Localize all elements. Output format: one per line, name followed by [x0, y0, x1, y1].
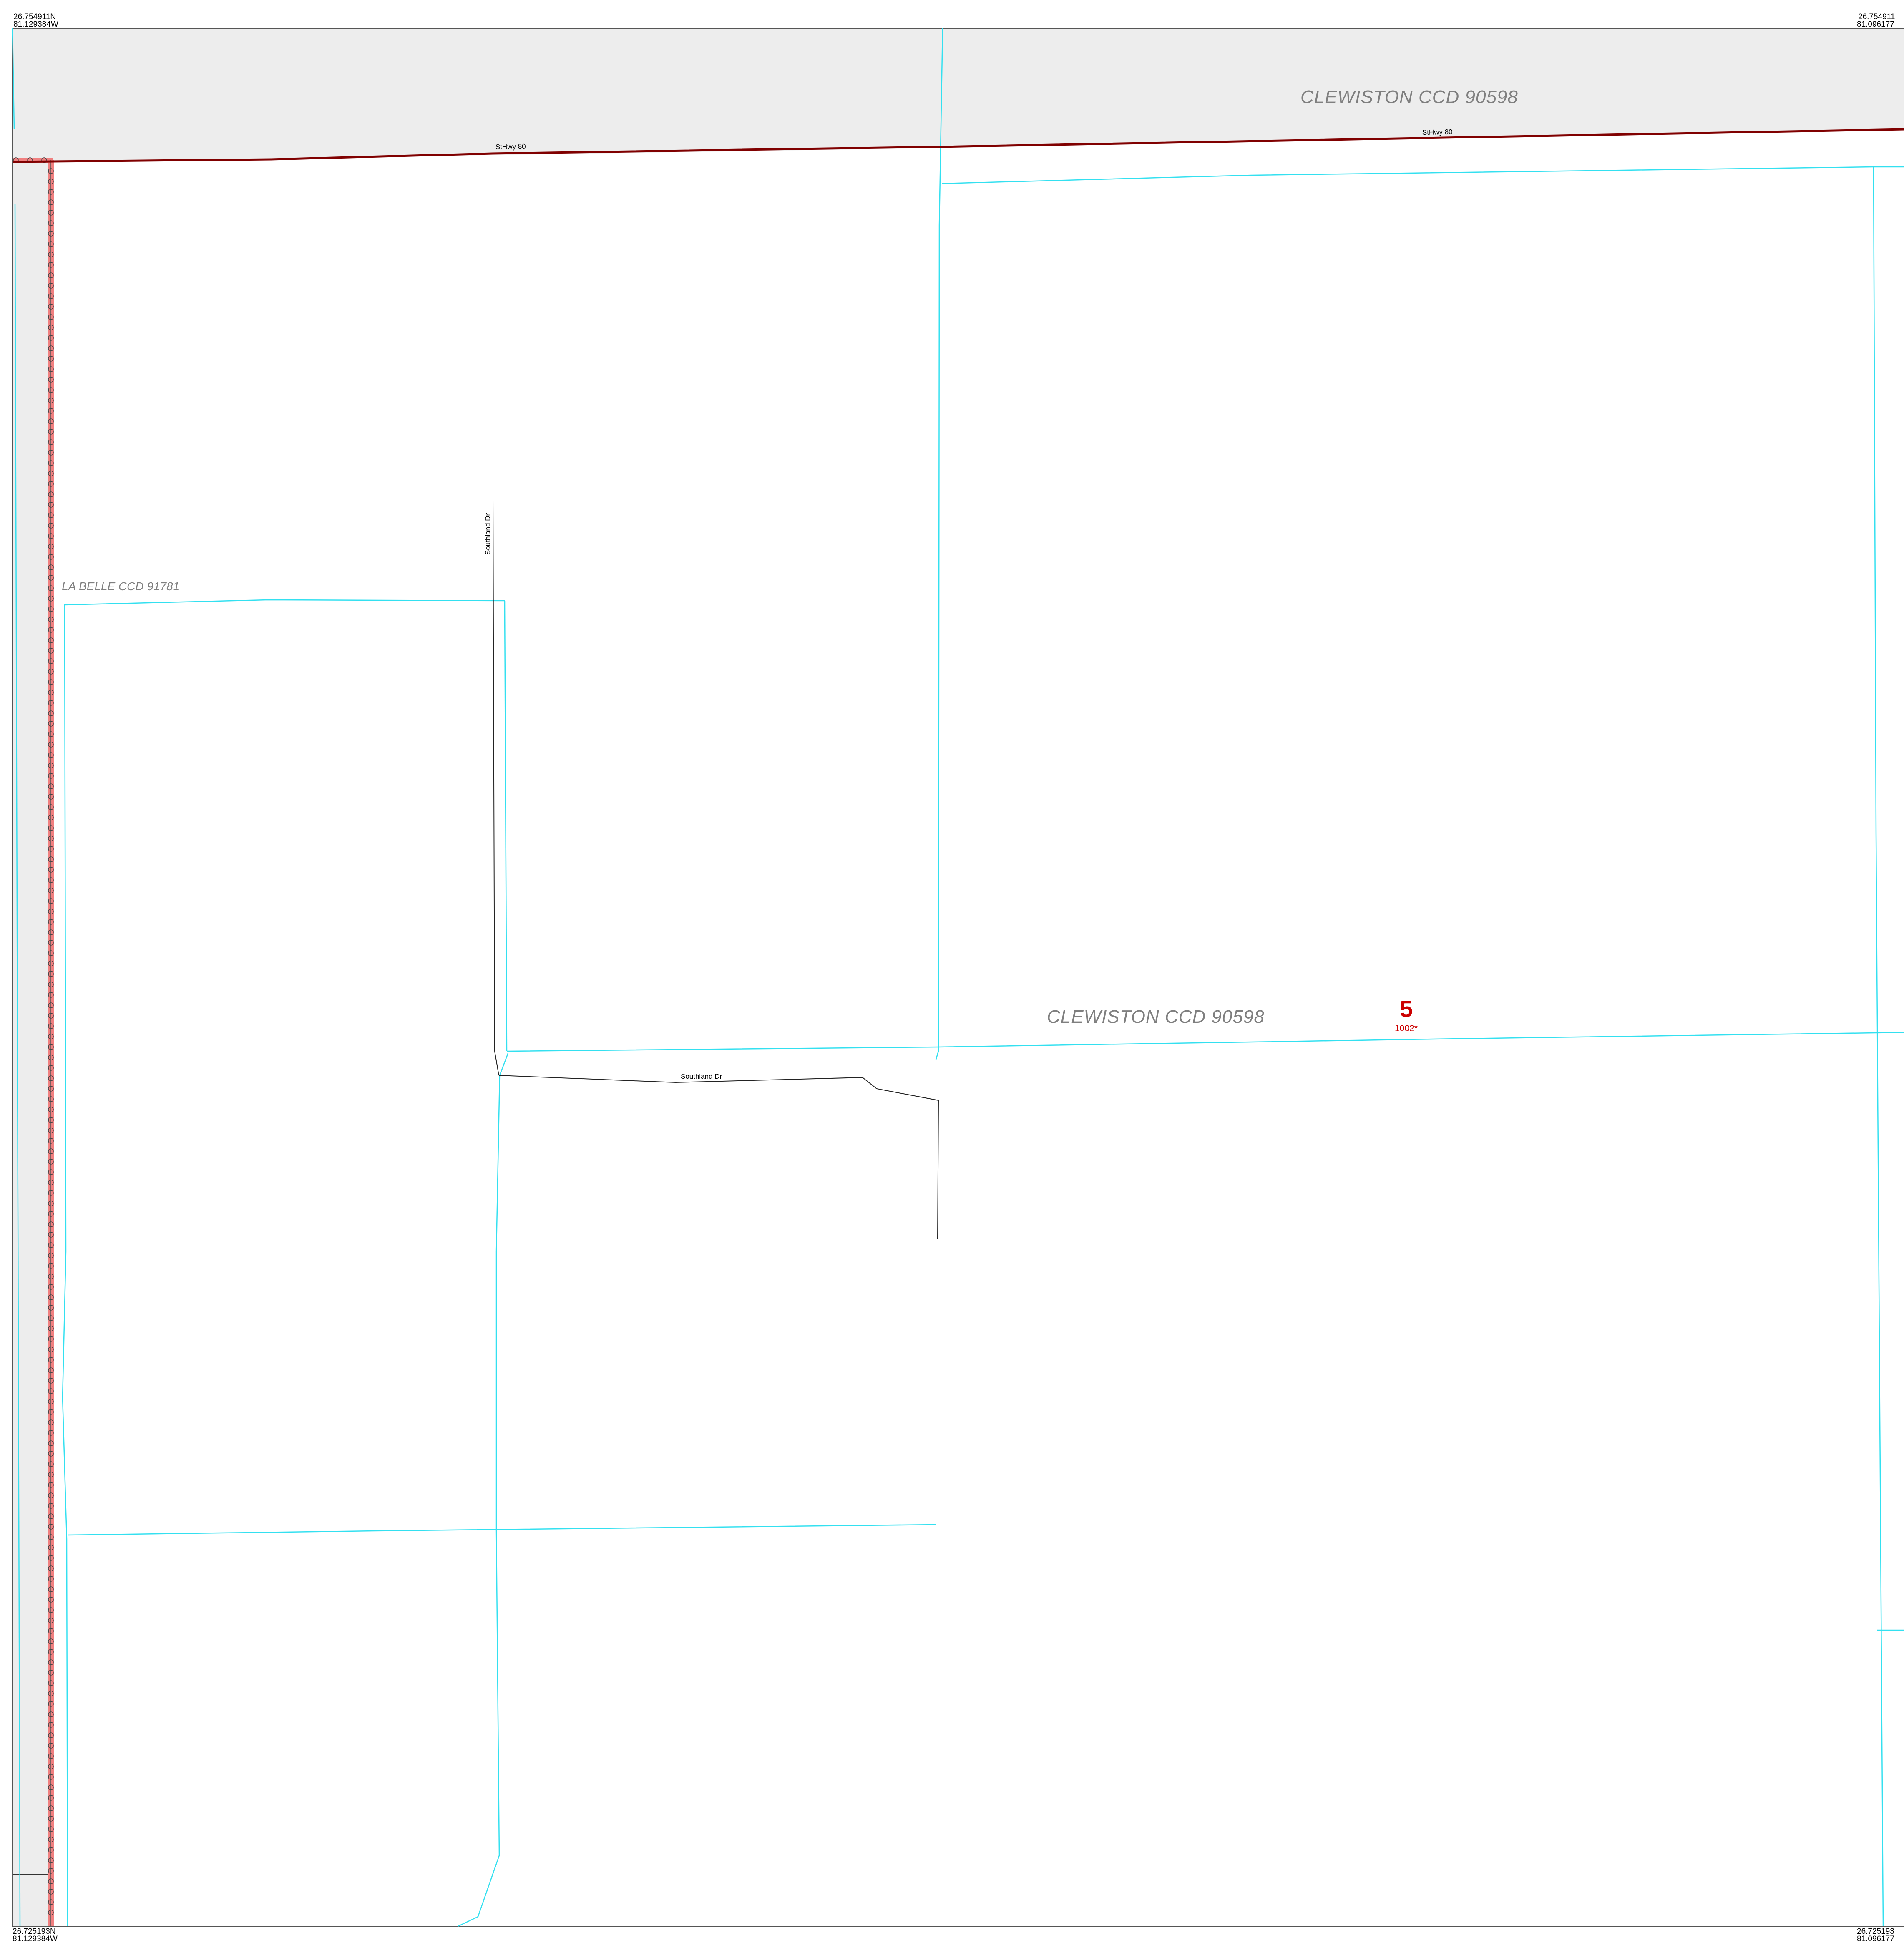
area-label-clewiston-south: CLEWISTON CCD 90598: [1047, 1007, 1265, 1027]
map-canvas: 26.754911N 81.129384W 26.754911 81.09617…: [12, 13, 1904, 1943]
corner-bottom-right-lon: 81.096177: [1857, 1935, 1894, 1943]
road-label-sthwy80-west: StHwy 80: [495, 143, 526, 151]
block-code: 1002*: [1395, 1024, 1418, 1033]
southland-dr-road: [493, 154, 499, 1076]
block-lines: [12, 28, 1904, 1927]
corner-top-left-lon: 81.129384W: [13, 20, 58, 29]
area-label-clewiston-north: CLEWISTON CCD 90598: [1300, 87, 1518, 107]
map-frame: [12, 28, 1904, 1927]
area-label-la-belle: LA BELLE CCD 91781: [62, 580, 179, 593]
road-label-southland-horizontal: Southland Dr: [681, 1072, 722, 1080]
road-label-sthwy80-east: StHwy 80: [1422, 128, 1453, 136]
corner-bottom-left-lon: 81.129384W: [13, 1935, 58, 1943]
block-number: 5: [1400, 996, 1413, 1022]
west-strip-area: [13, 162, 50, 1926]
southland-dr-road-east: [498, 1075, 939, 1239]
clewiston-ccd-area: [13, 28, 1904, 162]
road-label-southland-vertical: Southland Dr: [484, 513, 492, 555]
corner-top-right-lon: 81.096177: [1857, 20, 1894, 29]
